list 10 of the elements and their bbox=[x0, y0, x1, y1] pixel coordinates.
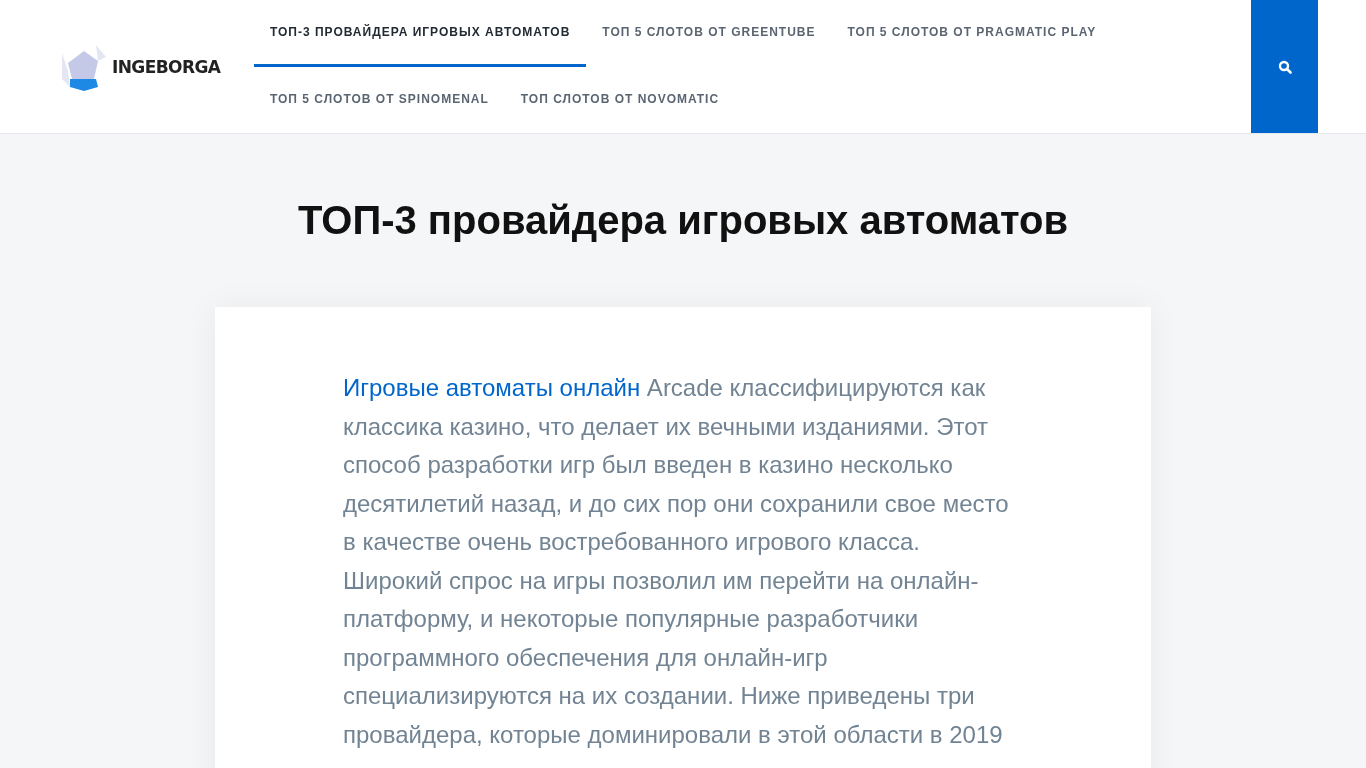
article-paragraph: Игровые автоматы онлайн Arcade классифицируются как классика казино, что делает их вечными изданиями. Этот способ разработки игр был введен в казино несколько десятилетий назад, и до сих пор они сохранили свое место в качестве очень востребованного игрового класса. Широкий спрос на игры позволил им перейти на онлайн-платформу, и некоторые популярные разработчики программного обеспечения для онлайн-игр специализируются на их создании. Ниже приведены три провайдера, которые доминировали в этой области в 2019 bbox=[343, 373, 1010, 750]
nav-link[interactable]: ТОП-3 ПРОВАЙДЕРА ИГРОВЫХ АВТОМАТОВ bbox=[254, 0, 587, 67]
nav-link[interactable]: ТОП 5 СЛОТОВ ОТ SPINOMENAL bbox=[254, 67, 505, 134]
nav-link[interactable]: ТОП 5 СЛОТОВ ОТ GREENTUBE bbox=[586, 0, 832, 67]
nav-link[interactable]: ТОП 5 СЛОТОВ ОТ PRAGMATIC PLAY bbox=[831, 0, 1113, 67]
article-link[interactable]: Игровые автоматы онлайн bbox=[343, 374, 641, 401]
nav-link[interactable]: ТОП СЛОТОВ ОТ NOVOMATIC bbox=[504, 67, 736, 134]
search-icon bbox=[1277, 59, 1292, 74]
page-title: ТОП-3 провайдера игровых автоматов bbox=[297, 198, 1069, 243]
site-logo-text[interactable]: INGEBORGA bbox=[112, 56, 221, 77]
